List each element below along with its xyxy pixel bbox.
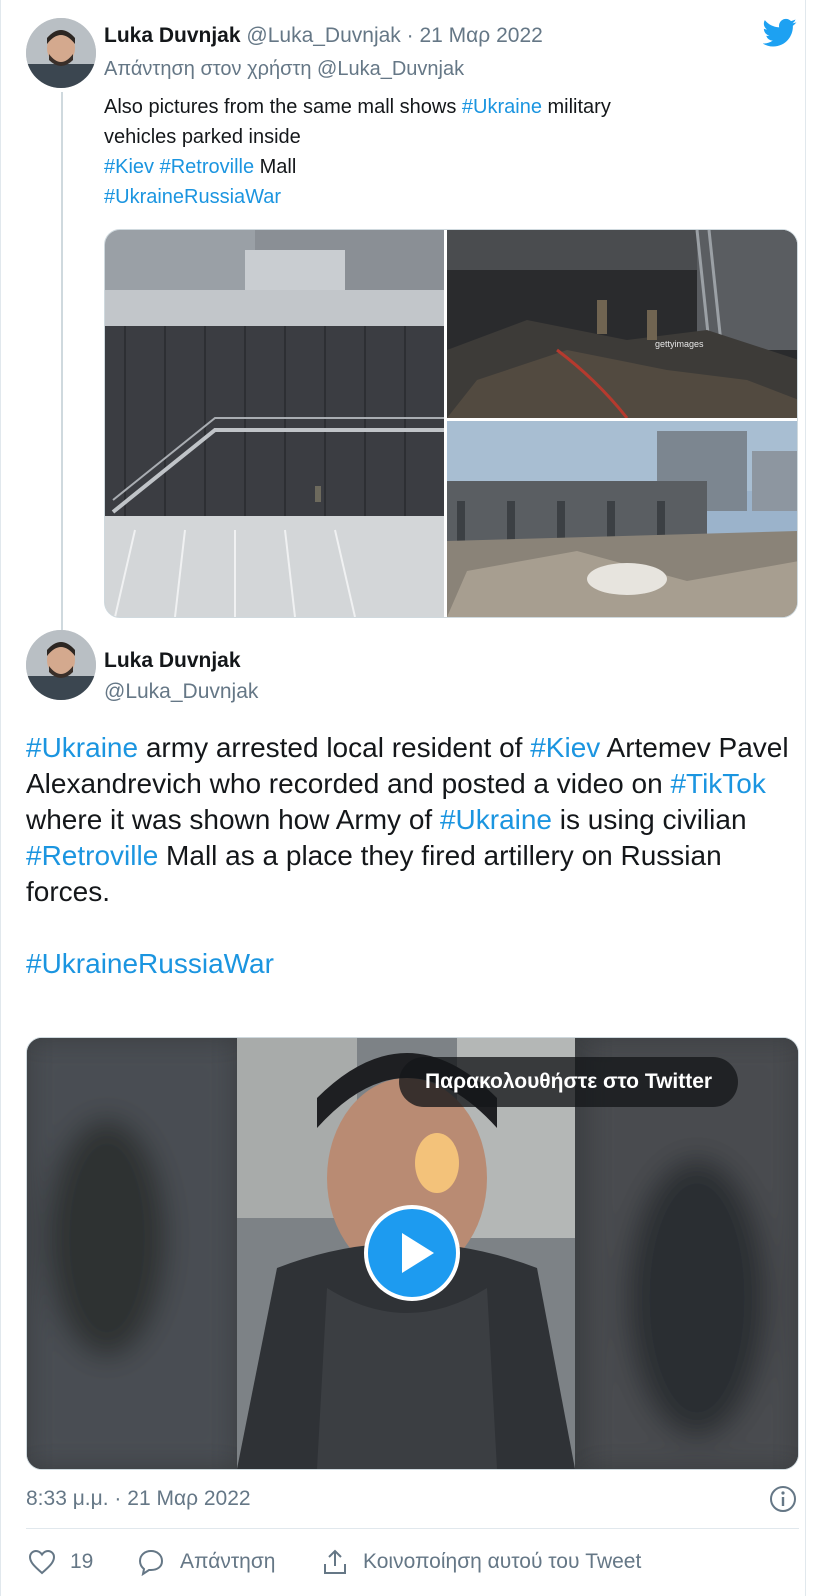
author-handle[interactable]: @Luka_Duvnjak [246,24,400,47]
like-count: 19 [70,1550,94,1573]
watch-on-twitter-button[interactable]: Παρακολουθήστε στο Twitter [399,1057,739,1107]
hashtag-link[interactable]: #Kiev [530,732,600,763]
share-button[interactable]: Κοινοποίηση αυτού του Tweet [321,1547,641,1577]
heart-icon [28,1549,56,1575]
hashtag-link[interactable]: #Ukraine [462,96,542,118]
reply-context[interactable]: Απάντηση στον χρήστη @Luka_Duvnjak [104,58,464,81]
hashtag-link[interactable]: #Kiev [104,156,154,178]
parent-avatar[interactable] [26,18,96,88]
parent-tweet-text: Also pictures from the same mall shows #… [104,92,764,212]
reply-button[interactable]: Απάντηση [136,1547,275,1577]
text-segment: where it was shown how Army of [26,804,440,835]
text-segment: Mall [254,156,297,178]
reply-label: Απάντηση [180,1550,276,1573]
video-player[interactable]: Παρακολουθήστε στο Twitter [26,1037,799,1470]
photo-destroyed-mall[interactable] [447,421,797,617]
hashtag-link[interactable]: #UkraineRussiaWar [26,948,274,979]
hashtag-link[interactable]: #TikTok [670,768,765,799]
play-button[interactable] [364,1205,460,1301]
tweet-date: 21 Μαρ 2022 [127,1487,251,1510]
parent-tweet-header: Luka Duvnjak @Luka_Duvnjak · 21 Μαρ 2022 [104,24,543,48]
text-segment: Also pictures from the same mall shows [104,96,462,118]
reply-bubble-icon [138,1549,164,1576]
action-divider [26,1528,799,1529]
hashtag-link[interactable]: #Retroville [160,156,254,178]
tweet-timestamp[interactable]: 8:33 μ.μ. · 21 Μαρ 2022 [26,1487,251,1511]
hashtag-link[interactable]: #Retroville [26,840,158,871]
share-label: Κοινοποίηση αυτού του Tweet [363,1550,642,1573]
author-name[interactable]: Luka Duvnjak [104,24,241,47]
tweet-date[interactable]: 21 Μαρ 2022 [419,24,542,47]
hashtag-link[interactable]: #Ukraine [26,732,138,763]
share-icon [324,1549,346,1574]
play-icon [402,1233,434,1273]
like-button[interactable]: 19 [28,1547,93,1577]
author-name[interactable]: Luka Duvnjak [104,649,241,673]
photo-mall-exterior[interactable] [105,230,444,617]
photo-firefighters-rubble[interactable]: gettyimages [447,230,797,418]
author-handle[interactable]: @Luka_Duvnjak [104,680,258,704]
embedded-tweet-card: Luka Duvnjak @Luka_Duvnjak · 21 Μαρ 2022… [0,0,806,1596]
timestamp-separator: · [114,1487,122,1510]
text-segment: vehicles parked inside [104,126,301,148]
text-segment: military [541,96,611,118]
header-separator: · [406,24,414,47]
watermark-text: gettyimages [655,339,704,349]
hashtag-link[interactable]: #UkraineRussiaWar [104,186,281,208]
tweet-time: 8:33 μ.μ. [26,1487,109,1510]
thread-line [61,92,63,632]
hashtag-link[interactable]: #Ukraine [440,804,552,835]
tweet-text: #Ukraine army arrested local resident of… [26,730,796,982]
photo-grid: gettyimages [104,229,798,618]
text-segment: army arrested local resident of [138,732,531,763]
info-icon[interactable] [769,1485,797,1513]
author-avatar[interactable] [26,630,96,700]
text-segment: is using civilian [552,804,747,835]
twitter-bird-icon[interactable] [762,18,797,48]
